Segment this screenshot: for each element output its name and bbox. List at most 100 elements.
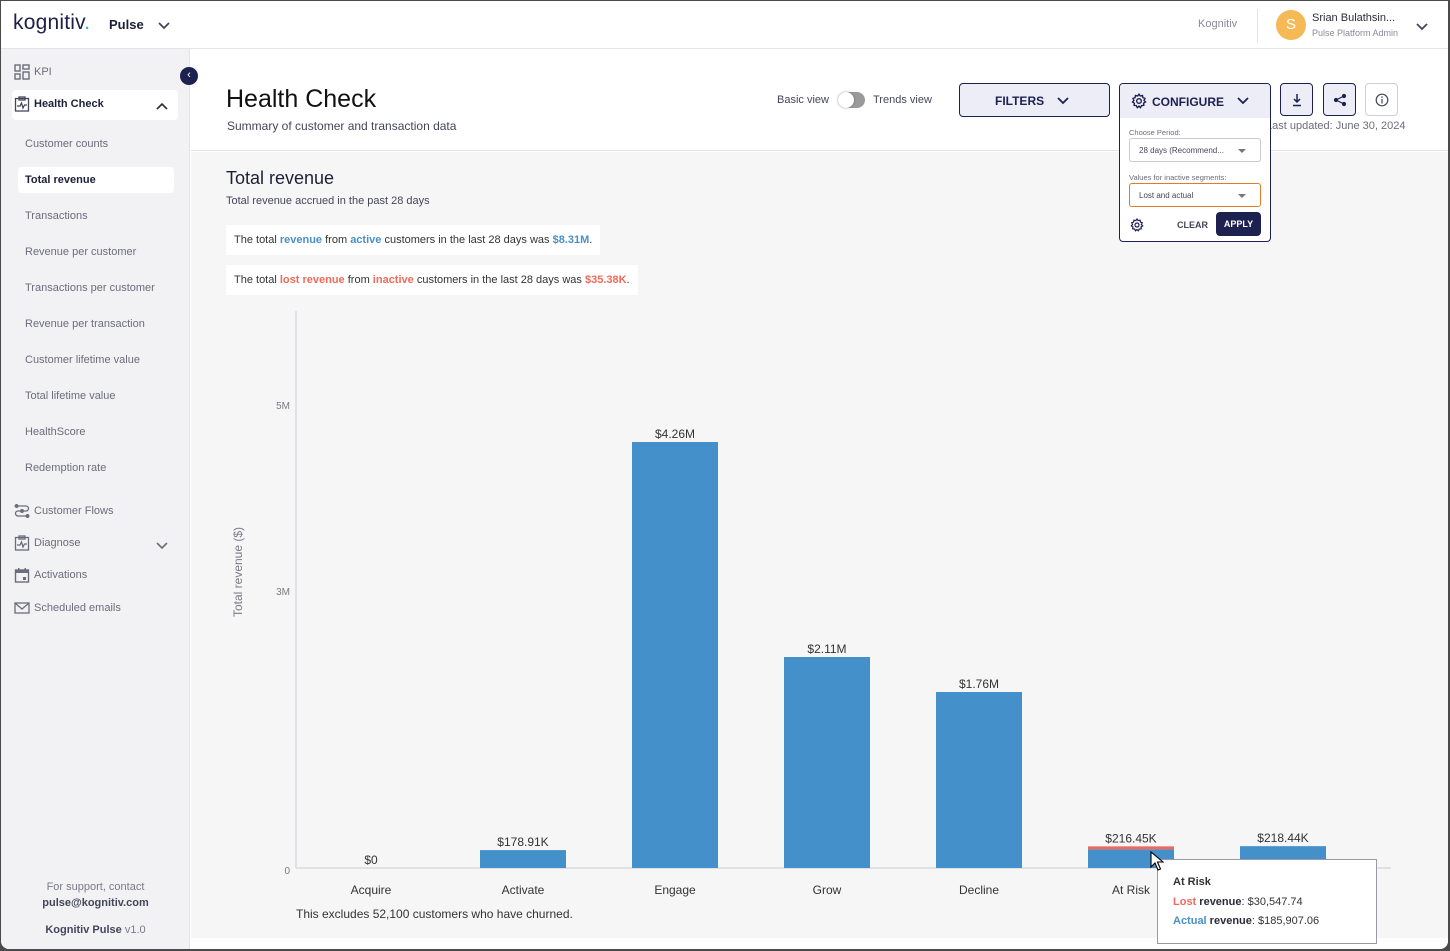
inactive-segments-select[interactable]: Lost and actual (1129, 183, 1261, 207)
content-area: Total revenue Total revenue accrued in t… (191, 152, 1448, 938)
share-button[interactable] (1323, 83, 1356, 116)
sidebar-item-label: Activations (34, 569, 88, 581)
dropdown-arrow-icon (1238, 194, 1246, 198)
sidebar-item-health-check[interactable]: Health Check (12, 90, 178, 120)
user-role: Pulse Platform Admin (1312, 28, 1399, 38)
lost-word: Lost (1173, 896, 1197, 908)
configure-button[interactable]: CONFIGURE (1120, 84, 1270, 118)
actual-rest: revenue (1206, 915, 1252, 927)
chevron-down-icon (1237, 97, 1249, 105)
subitem-label: Transactions (25, 210, 88, 222)
chevron-left-icon: ‹ (187, 69, 191, 81)
bar-data-label: $0 (364, 853, 378, 867)
period-select[interactable]: 28 days (Recommend... (1129, 138, 1261, 162)
sidebar-subitem[interactable]: Customer counts (18, 131, 174, 157)
toggle-knob (838, 92, 854, 108)
lost-rest: revenue (1196, 896, 1242, 908)
divider (1257, 9, 1258, 43)
period-value: 28 days (Recommend... (1139, 146, 1224, 155)
sidebar-item-label: Diagnose (34, 537, 81, 549)
sidebar-subitem[interactable]: Redemption rate (18, 455, 174, 481)
version-number: v1.0 (121, 924, 146, 936)
sidebar-subitem[interactable]: Customer lifetime value (18, 347, 174, 373)
apply-button[interactable]: APPLY (1216, 212, 1261, 236)
subitem-label: Revenue per transaction (25, 318, 145, 330)
kognitiv-logo[interactable]: kognitiv. (13, 11, 90, 35)
x-tick-label: Decline (959, 883, 999, 897)
inactive-segments-value: Lost and actual (1139, 191, 1194, 200)
view-toggle[interactable] (838, 92, 865, 108)
actual-word: Actual (1173, 915, 1207, 927)
x-tick-label: Engage (654, 883, 696, 897)
mouse-cursor-icon (1150, 851, 1164, 871)
collapse-sidebar-button[interactable]: ‹ (180, 67, 198, 85)
x-tick-label: Activate (502, 883, 545, 897)
subitem-label: Revenue per customer (25, 246, 137, 258)
sidebar-item-label: Customer Flows (34, 505, 114, 517)
share-icon (1333, 93, 1347, 107)
tooltip-actual-row: Actual revenue: $185,907.06 (1173, 915, 1319, 927)
filters-button[interactable]: FILTERS (959, 83, 1110, 117)
bar-data-label: $218.44K (1257, 831, 1308, 845)
download-button[interactable] (1280, 83, 1313, 116)
x-tick-label: Acquire (351, 883, 392, 897)
sidebar-subitem[interactable]: HealthScore (18, 419, 174, 445)
lost-value: : $30,547.74 (1241, 896, 1303, 908)
organization-name: Kognitiv (1198, 18, 1238, 30)
health-icon (14, 96, 30, 112)
mail-icon (14, 602, 30, 614)
chevron-down-icon[interactable] (156, 541, 168, 549)
info-icon (1375, 93, 1389, 107)
churn-footnote: This excludes 52,100 customers who have … (296, 907, 573, 921)
subitem-label: Redemption rate (25, 462, 107, 474)
sidebar-item-activations[interactable]: Activations (12, 561, 178, 589)
bar-data-label: $216.45K (1105, 831, 1156, 845)
avatar[interactable]: S (1276, 10, 1306, 40)
x-tick-label: At Risk (1112, 883, 1151, 897)
settings-gear-icon[interactable] (1130, 218, 1144, 232)
gear-icon (1131, 93, 1147, 109)
sidebar-subitem[interactable]: Transactions per customer (18, 275, 174, 301)
sidebar-item-kpi[interactable]: KPI (12, 58, 178, 86)
trends-view-label: Trends view (873, 94, 932, 106)
sidebar-item-scheduled-emails[interactable]: Scheduled emails (12, 594, 178, 622)
sidebar-subitem-active[interactable]: Total revenue (18, 167, 174, 193)
tooltip-title: At Risk (1173, 876, 1211, 888)
bar-actual-activate[interactable] (480, 850, 566, 868)
subitem-label: Customer counts (25, 138, 109, 150)
page-subtitle: Summary of customer and transaction data (227, 119, 457, 133)
y-tick-label: 3M (276, 587, 290, 598)
sidebar-item-customer-flows[interactable]: Customer Flows (12, 497, 178, 525)
y-tick-label: 0 (284, 866, 290, 877)
sidebar-subitem[interactable]: Transactions (18, 203, 174, 229)
info-button[interactable] (1365, 83, 1398, 116)
top-bar: kognitiv. Pulse Kognitiv S Srian Bulaths… (1, 1, 1448, 49)
sidebar: KPI Health Check Customer counts Total r… (1, 49, 190, 949)
sidebar-subitem[interactable]: Total lifetime value (18, 383, 174, 409)
user-menu-chevron-icon[interactable] (1415, 22, 1429, 32)
product-switcher-label[interactable]: Pulse (109, 17, 144, 32)
clear-button[interactable]: CLEAR (1177, 220, 1208, 230)
sidebar-subitem[interactable]: Revenue per transaction (18, 311, 174, 337)
version-name: Kognitiv Pulse (45, 924, 122, 936)
app-version: Kognitiv Pulse v1.0 (1, 924, 190, 936)
subitem-label: Total revenue (25, 174, 96, 186)
sidebar-item-diagnose[interactable]: Diagnose (12, 529, 178, 557)
sidebar-item-label: Scheduled emails (34, 602, 121, 614)
inactive-segments-label: Values for inactive segments: (1129, 173, 1227, 182)
bar-lost-at-risk[interactable] (1088, 846, 1174, 850)
bar-actual-engage[interactable] (632, 442, 718, 868)
dropdown-arrow-icon (1238, 149, 1246, 153)
support-email-link[interactable]: pulse@kognitiv.com (1, 897, 190, 909)
chevron-up-icon[interactable] (156, 102, 168, 110)
subitem-label: Total lifetime value (25, 390, 116, 402)
chevron-down-icon[interactable] (157, 19, 171, 33)
bar-actual-grow[interactable] (784, 657, 870, 868)
flow-icon (14, 504, 30, 518)
bar-data-label: $2.11M (807, 642, 846, 656)
bar-data-label: $178.91K (497, 835, 548, 849)
last-updated: Last updated: June 30, 2024 (1266, 120, 1406, 132)
sidebar-subitem[interactable]: Revenue per customer (18, 239, 174, 265)
grid-icon (14, 64, 30, 80)
bar-actual-decline[interactable] (936, 692, 1022, 868)
